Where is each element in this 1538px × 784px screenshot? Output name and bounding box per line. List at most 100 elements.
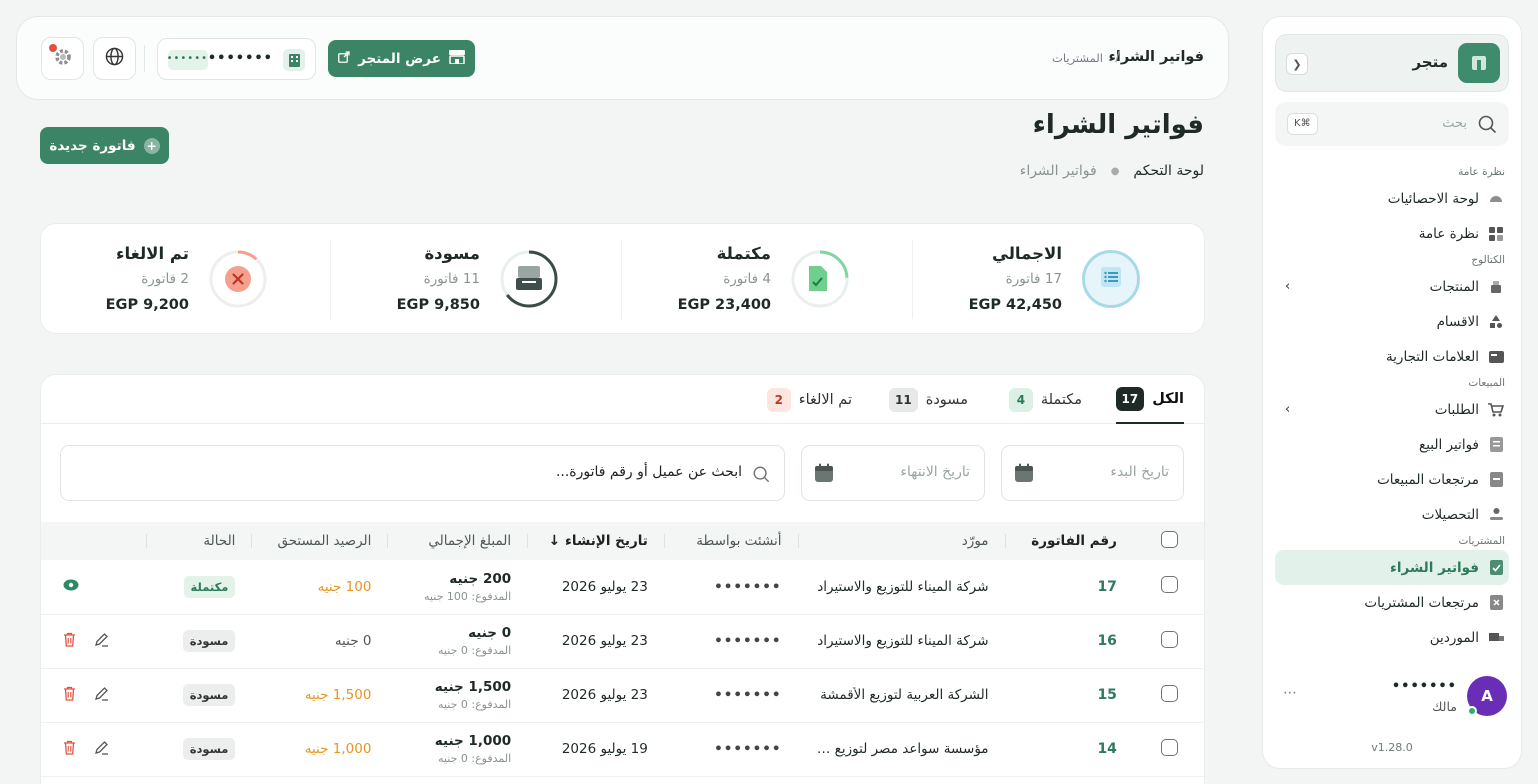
tab-label: مكتملة — [1040, 391, 1082, 408]
store-switcher[interactable]: متجر ❮ — [1275, 34, 1509, 92]
col-created-at[interactable]: تاريخ الإنشاء ↓ — [527, 522, 664, 560]
invoice-check-icon — [1487, 559, 1505, 577]
invoice-no-cell: 16 — [1005, 614, 1133, 668]
sidebar-item-sales-invoices[interactable]: فواتير البيع — [1275, 427, 1509, 462]
col-total[interactable]: المبلغ الإجمالي — [387, 522, 527, 560]
sidebar-item-label: مرتجعات المبيعات — [1377, 471, 1479, 488]
stat-amount: EGP 42,450 — [968, 297, 1062, 313]
col-created-at-label: تاريخ الإنشاء — [564, 533, 648, 549]
search-icon — [1477, 114, 1497, 138]
account-switcher[interactable]: ••••••••••• •••••• — [157, 38, 316, 80]
stat-ring-total — [1082, 250, 1140, 308]
sidebar-item-overview[interactable]: نظرة عامة — [1275, 216, 1509, 251]
invoice-number-link[interactable]: 14 — [1097, 741, 1116, 757]
view-store-button[interactable]: عرض المتجر — [328, 40, 475, 77]
edit-pencil-icon[interactable] — [94, 632, 109, 651]
breadcrumb-home[interactable]: لوحة التحكم — [1133, 163, 1204, 179]
actions-cell — [41, 560, 146, 614]
stat-count: 2 فاتورة — [141, 271, 189, 287]
stat-label: مسودة — [424, 244, 480, 263]
table-row[interactable]: 15 الشركة العربية لتوزيع الأقمشة •••••••… — [41, 668, 1204, 722]
supplier-name: الشركة العربية لتوزيع الأقمشة — [820, 687, 989, 703]
more-horizontal-icon[interactable]: ⋯ — [1283, 685, 1297, 701]
user-menu[interactable]: A ••••••• مالك ⋯ — [1275, 673, 1509, 721]
topbar-breadcrumb-parent[interactable]: المشتريات — [1052, 51, 1103, 65]
col-supplier[interactable]: مورّد — [797, 522, 1005, 560]
sidebar-item-orders[interactable]: الطلبات › — [1275, 392, 1509, 427]
col-due[interactable]: الرصيد المستحق — [251, 522, 387, 560]
supplier-cell: مؤسسة سواعد مصر لتوزيع الخامات — [798, 722, 1005, 776]
new-invoice-button[interactable]: + فاتورة جديدة — [40, 127, 169, 164]
language-button[interactable] — [93, 37, 136, 80]
nav-section-catalog: الكتالوج — [1471, 254, 1505, 266]
sidebar-item-collections[interactable]: التحصيلات — [1275, 497, 1509, 532]
supplier-name: شركة الميناء للتوزيع والاستيراد — [817, 578, 989, 595]
row-checkbox[interactable] — [1160, 576, 1178, 594]
stat-label: تم الالغاء — [116, 244, 189, 263]
created-by-cell: ••••••• — [664, 722, 798, 776]
top-bar: فواتير الشراء / المشتريات عرض المتجر •••… — [16, 16, 1229, 100]
table-row[interactable]: 16 شركة الميناء للتوزيع والاستيراد •••••… — [41, 614, 1204, 668]
table-row[interactable]: 14 مؤسسة سواعد مصر لتوزيع الخامات ••••••… — [41, 722, 1204, 776]
tab-completed[interactable]: مكتملة 4 — [1008, 385, 1082, 424]
invoice-number-link[interactable]: 17 — [1097, 579, 1116, 595]
sidebar-item-stats-dashboard[interactable]: لوحة الاحصائيات — [1275, 181, 1509, 216]
tab-draft[interactable]: مسودة 11 — [889, 385, 968, 424]
tab-cancelled[interactable]: تم الالغاء 2 — [766, 385, 852, 424]
supplier-cell: شركة الميناء للتوزيع والاستيراد — [798, 614, 1005, 668]
edit-pencil-icon[interactable] — [94, 740, 109, 759]
actions-cell — [41, 668, 146, 722]
column-divider — [1004, 534, 1006, 548]
sidebar-search[interactable]: بحث ⌘K — [1275, 102, 1509, 146]
chevron-left-icon: ❮ — [1292, 57, 1302, 71]
invoice-no-cell: 17 — [1005, 560, 1133, 614]
stat-amount: EGP 23,400 — [677, 297, 771, 313]
total-cell: 1,500 جنيه المدفوع: 0 جنيه — [387, 668, 527, 722]
settings-button[interactable] — [41, 37, 84, 80]
sidebar-item-purchase-invoices[interactable]: فواتير الشراء — [1275, 550, 1509, 585]
account-badge: •••••• — [167, 50, 208, 70]
eye-icon[interactable] — [63, 579, 79, 595]
created-by-name: ••••••• — [714, 741, 782, 757]
sidebar-item-suppliers[interactable]: الموردين — [1275, 620, 1509, 655]
sidebar-collapse-button[interactable]: ❮ — [1286, 53, 1308, 75]
trash-icon[interactable] — [63, 740, 76, 759]
invoice-number-link[interactable]: 15 — [1097, 687, 1116, 703]
sidebar-item-purchase-returns[interactable]: مرتجعات المشتريات — [1275, 585, 1509, 620]
row-checkbox[interactable] — [1160, 630, 1178, 648]
paid-amount: المدفوع: 0 جنيه — [438, 698, 512, 711]
paid-amount: المدفوع: 100 جنيه — [424, 589, 512, 603]
trash-icon[interactable] — [63, 632, 76, 651]
total-cell: 0 جنيه المدفوع: 0 جنيه — [387, 614, 527, 668]
sidebar-item-brands[interactable]: العلامات التجارية — [1275, 339, 1509, 374]
status-cell: مسودة — [146, 614, 251, 668]
chevron-right-icon: › — [1285, 279, 1291, 294]
invoice-search-input[interactable]: ابحث عن عميل أو رقم فاتورة... — [60, 445, 785, 501]
edit-pencil-icon[interactable] — [94, 686, 109, 705]
invoice-number-link[interactable]: 16 — [1097, 633, 1116, 649]
row-checkbox[interactable] — [1160, 738, 1178, 756]
row-checkbox[interactable] — [1160, 684, 1178, 702]
select-all-checkbox[interactable] — [1160, 530, 1178, 548]
cart-icon — [1487, 401, 1505, 419]
col-status[interactable]: الحالة — [146, 522, 251, 560]
document-check-icon — [807, 265, 829, 297]
col-invoice-no[interactable]: رقم الفاتورة — [1004, 522, 1133, 560]
sidebar-item-sales-returns[interactable]: مرتجعات المبيعات — [1275, 462, 1509, 497]
start-date-input[interactable]: تاريخ البدء — [1001, 445, 1184, 501]
trash-icon[interactable] — [63, 686, 76, 705]
sidebar-item-label: لوحة الاحصائيات — [1387, 190, 1479, 207]
user-name: ••••••• — [1391, 679, 1457, 694]
table-row[interactable]: 17 شركة الميناء للتوزيع والاستيراد •••••… — [41, 560, 1204, 614]
sidebar-item-label: الموردين — [1429, 629, 1479, 646]
sidebar-item-label: فواتير الشراء — [1390, 559, 1479, 576]
due-amount: 1,000 جنيه — [304, 741, 372, 757]
created-at-date: 23 يوليو 2026 — [561, 687, 648, 703]
row-select-cell — [1133, 668, 1204, 722]
topbar-breadcrumb-current: فواتير الشراء — [1108, 49, 1204, 65]
tab-all[interactable]: الكل 17 — [1115, 385, 1184, 424]
col-created-by[interactable]: أنشئت بواسطة — [663, 522, 798, 560]
sidebar-item-categories[interactable]: الاقسام — [1275, 304, 1509, 339]
end-date-input[interactable]: تاريخ الانتهاء — [801, 445, 985, 501]
sidebar-item-products[interactable]: المنتجات › — [1275, 269, 1509, 304]
